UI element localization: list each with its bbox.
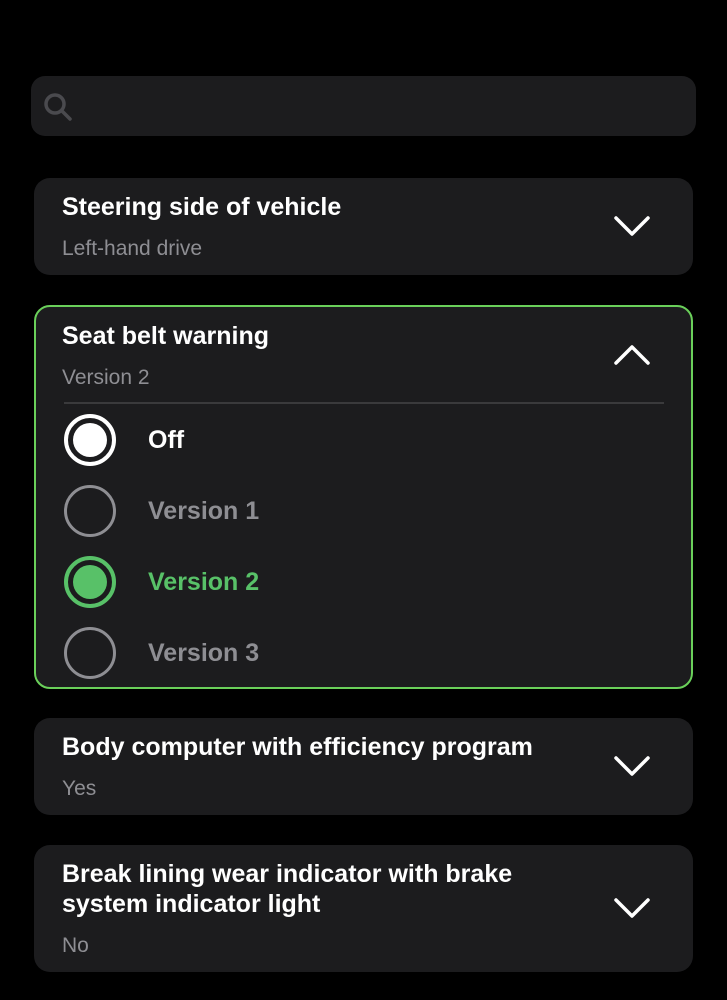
setting-seat-belt-warning[interactable]: Seat belt warning Version 2 Off Version … xyxy=(34,305,693,689)
option-off[interactable]: Off xyxy=(64,414,664,470)
option-label: Version 2 xyxy=(148,568,260,596)
setting-value: Version 2 xyxy=(62,366,150,389)
setting-brake-lining-indicator[interactable]: Break lining wear indicator with brake s… xyxy=(34,845,693,972)
setting-value: Yes xyxy=(62,777,97,800)
setting-body-computer[interactable]: Body computer with efficiency program Ye… xyxy=(34,718,693,815)
search-input[interactable] xyxy=(87,76,687,136)
option-label: Off xyxy=(148,426,185,454)
setting-steering-side[interactable]: Steering side of vehicle Left-hand drive xyxy=(34,178,693,275)
search-icon xyxy=(44,93,72,121)
radio-button[interactable] xyxy=(64,485,116,537)
chevron-down-icon[interactable] xyxy=(613,896,651,920)
chevron-down-icon[interactable] xyxy=(613,754,651,778)
search-bar[interactable] xyxy=(31,76,696,136)
chevron-down-icon[interactable] xyxy=(613,214,651,238)
setting-value: No xyxy=(62,934,89,957)
option-label: Version 1 xyxy=(148,497,260,525)
option-label: Version 3 xyxy=(148,639,260,667)
divider xyxy=(64,402,664,404)
radio-button[interactable] xyxy=(64,627,116,679)
setting-value: Left-hand drive xyxy=(62,237,203,260)
option-version-1[interactable]: Version 1 xyxy=(64,485,664,541)
chevron-up-icon[interactable] xyxy=(613,343,651,367)
setting-title: Break lining wear indicator with brake s… xyxy=(62,860,513,918)
radio-button[interactable] xyxy=(64,556,116,608)
option-version-2[interactable]: Version 2 xyxy=(64,556,664,612)
setting-title: Body computer with efficiency program xyxy=(62,733,533,761)
radio-button[interactable] xyxy=(64,414,116,466)
setting-title: Steering side of vehicle xyxy=(62,193,342,221)
option-version-3[interactable]: Version 3 xyxy=(64,627,664,683)
setting-title: Seat belt warning xyxy=(62,322,269,350)
